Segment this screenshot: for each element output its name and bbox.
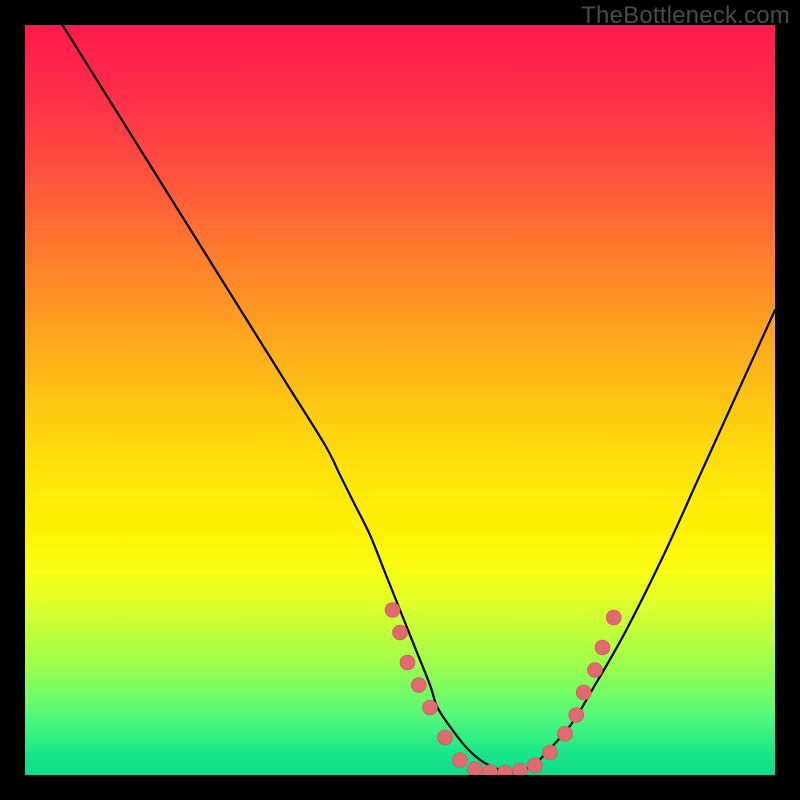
data-marker [576,685,591,700]
data-marker [385,603,400,618]
data-marker [453,753,468,768]
data-marker [393,625,408,640]
marker-group [385,603,621,776]
data-marker [528,758,543,773]
data-marker [411,678,426,693]
data-marker [400,655,415,670]
bottleneck-curve [63,25,776,773]
data-marker [438,730,453,745]
data-marker [588,663,603,678]
data-marker [569,708,584,723]
data-marker [595,640,610,655]
data-marker [483,765,498,776]
data-marker [606,610,621,625]
data-marker [468,762,483,776]
data-marker [498,765,513,775]
curve-layer [25,25,775,775]
data-marker [558,726,573,741]
chart-stage: TheBottleneck.com [0,0,800,800]
data-marker [513,763,528,775]
data-marker [423,700,438,715]
plot-area [25,25,775,775]
data-marker [543,745,558,760]
